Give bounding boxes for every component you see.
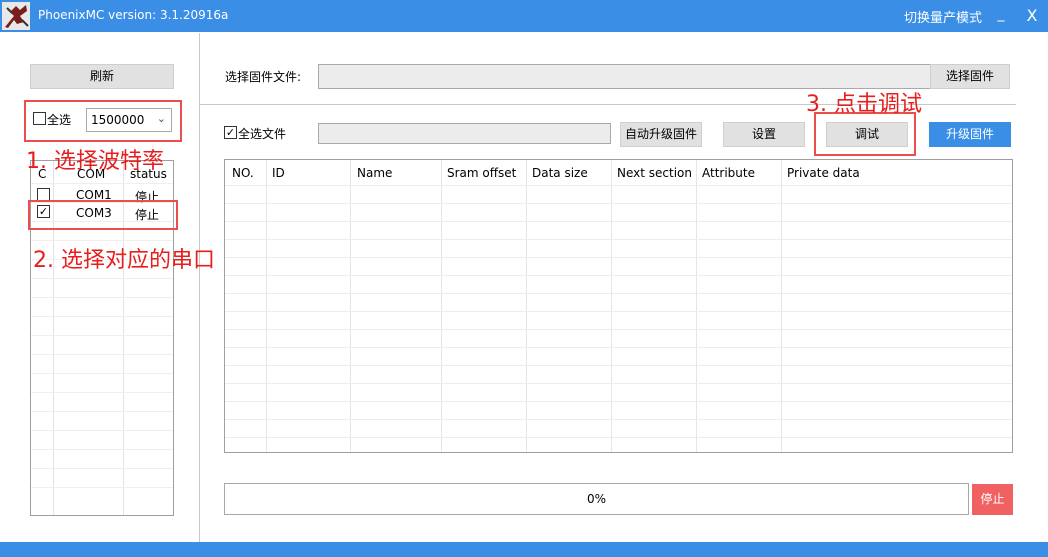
row-divider [225,419,1012,420]
port-list: C COM status COM1 停止 ✓ COM3 停止 [30,160,174,516]
column-divider [53,161,54,515]
auto-upgrade-firmware-button[interactable]: 自动升级固件 [620,122,702,147]
progress-text: 0% [586,492,607,506]
chevron-down-icon: ⌄ [156,112,166,125]
row-divider [31,335,173,336]
baud-rate-value: 1500000 [91,113,145,127]
row-divider [225,275,1012,276]
row-divider [31,354,173,355]
progress-bar: 0% [224,483,969,515]
column-header-attribute[interactable]: Attribute [702,166,755,180]
row-divider [31,430,173,431]
column-header-id[interactable]: ID [272,166,285,180]
row-divider [225,383,1012,384]
row-divider [31,316,173,317]
refresh-button[interactable]: 刷新 [30,64,174,89]
minimize-button[interactable]: _ [994,6,1008,22]
row-divider [31,278,173,279]
row-divider [225,329,1012,330]
row-divider [31,240,173,241]
row-divider [225,293,1012,294]
row-divider [31,487,173,488]
row-divider [225,347,1012,348]
select-all-ports-label: 全选 [47,113,72,127]
row-divider [225,401,1012,402]
row-divider [31,297,173,298]
row-divider [225,257,1012,258]
baud-rate-select[interactable]: 1500000 ⌄ [86,108,172,132]
stop-button[interactable]: 停止 [972,484,1013,515]
row-divider [31,449,173,450]
annotation-step2: 2. 选择对应的串口 [33,248,215,273]
row-divider [31,411,173,412]
column-header-private-data[interactable]: Private data [787,166,860,180]
row-divider [225,365,1012,366]
port-row-status: 停止 [135,208,160,222]
port-row-com: COM3 [76,206,112,220]
firmware-section-table: NO. ID Name Sram offset Data size Next s… [224,159,1013,453]
row-divider [31,392,173,393]
row-divider [225,203,1012,204]
column-header-data-size[interactable]: Data size [532,166,588,180]
row-divider [225,221,1012,222]
port-row-checkbox[interactable] [37,188,50,201]
status-bar [0,542,1048,557]
row-divider [31,373,173,374]
row-divider [225,311,1012,312]
debug-button[interactable]: 调试 [826,122,908,147]
port-row-status: 停止 [135,190,160,204]
mode-switch-link[interactable]: 切换量产模式 [904,7,982,26]
close-button[interactable]: X [1024,6,1040,25]
window-title: PhoenixMC version: 3.1.20916a [38,8,229,22]
row-divider [225,437,1012,438]
upgrade-firmware-button[interactable]: 升级固件 [929,122,1011,147]
panel-divider [199,33,200,542]
file-path-field[interactable] [318,123,611,144]
app-logo-icon [2,2,30,30]
select-firmware-button[interactable]: 选择固件 [930,64,1010,89]
column-header-sram-offset[interactable]: Sram offset [447,166,516,180]
port-row-com: COM1 [76,188,112,202]
column-header-no[interactable]: NO. [232,166,254,180]
port-row-checkbox[interactable]: ✓ [37,205,50,218]
row-divider [31,183,173,184]
row-divider [225,185,1012,186]
column-header-name[interactable]: Name [357,166,392,180]
select-all-ports-checkbox[interactable] [33,112,46,125]
settings-button[interactable]: 设置 [723,122,805,147]
select-all-files-checkbox[interactable]: ✓ [224,126,237,139]
firmware-file-label: 选择固件文件: [225,70,302,84]
column-header-next-section[interactable]: Next section [617,166,692,180]
select-all-files-label: 全选文件 [238,127,287,141]
row-divider [225,239,1012,240]
annotation-step1: 1. 选择波特率 [26,149,164,174]
row-divider [31,468,173,469]
annotation-step3: 3. 点击调试 [806,92,922,117]
column-divider [123,161,124,515]
